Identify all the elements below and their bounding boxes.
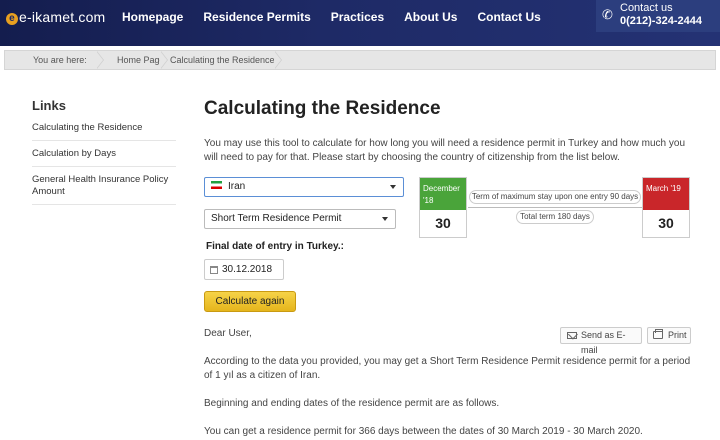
timeline-start-day: 30 <box>435 215 451 231</box>
timeline-end-month: March '19 <box>643 178 689 210</box>
final-date-label: Final date of entry in Turkey.: <box>206 241 344 252</box>
country-value: Iran <box>228 181 246 192</box>
contact-phone: 0(212)-324-2444 <box>620 15 702 27</box>
contact-box[interactable]: ✆ Contact us 0(212)-324-2444 <box>596 0 720 32</box>
calculate-again-button[interactable]: Calculate again <box>204 291 296 312</box>
result-paragraph: You can get a residence permit for 366 d… <box>204 426 643 437</box>
timeline-line <box>468 207 642 208</box>
top-navigation-bar: e e-ikamet.com Homepage Residence Permits… <box>0 0 720 46</box>
total-term-pill: Total term 180 days <box>516 210 594 224</box>
sidebar-item-health-insurance[interactable]: General Health Insurance Policy Amount <box>32 174 176 205</box>
greeting-text: Dear User, <box>204 328 252 339</box>
main-nav: Homepage Residence Permits Practices Abo… <box>122 10 561 24</box>
send-email-label: Send as E-mail <box>581 330 626 355</box>
permit-type-select[interactable]: Short Term Residence Permit <box>204 209 396 229</box>
dropdown-arrow-icon <box>390 185 396 189</box>
final-date-input[interactable]: 30.12.2018 <box>204 259 284 280</box>
nav-residence-permits[interactable]: Residence Permits <box>203 10 310 24</box>
logo-icon: e <box>6 13 18 25</box>
nav-contact-us[interactable]: Contact Us <box>477 10 540 24</box>
country-select[interactable]: Iran <box>204 177 404 197</box>
site-logo[interactable]: e e-ikamet.com <box>6 9 105 25</box>
dropdown-arrow-icon <box>382 217 388 221</box>
timeline-start-month: December '18 <box>420 178 466 210</box>
permit-type-value: Short Term Residence Permit <box>211 213 342 224</box>
sidebar-title: Links <box>32 98 66 113</box>
print-label: Print <box>668 330 687 340</box>
breadcrumb-current: Calculating the Residence <box>170 55 275 65</box>
intro-text: You may use this tool to calculate for h… <box>204 138 686 163</box>
nav-practices[interactable]: Practices <box>331 10 384 24</box>
timeline-end-box: March '19 30 <box>642 177 690 238</box>
print-button[interactable]: Print <box>647 327 691 344</box>
logo-text: e-ikamet.com <box>19 9 106 25</box>
timeline-start-box: December '18 30 <box>419 177 467 238</box>
timeline-end-day: 30 <box>658 215 674 231</box>
contact-label: Contact us <box>620 2 673 14</box>
nav-homepage[interactable]: Homepage <box>122 10 183 24</box>
nav-about-us[interactable]: About Us <box>404 10 457 24</box>
max-stay-pill: Term of maximum stay upon one entry 90 d… <box>469 190 641 204</box>
sidebar-item-calculating-residence[interactable]: Calculating the Residence <box>32 122 176 141</box>
page-title: Calculating the Residence <box>204 98 441 119</box>
calendar-icon <box>210 266 218 274</box>
breadcrumb-prefix: You are here: <box>33 55 87 65</box>
printer-icon <box>653 329 663 339</box>
breadcrumb-separator <box>96 51 105 69</box>
sidebar-item-calculation-by-days[interactable]: Calculation by Days <box>32 148 176 167</box>
breadcrumb-separator <box>274 51 283 69</box>
breadcrumb-home[interactable]: Home Page <box>117 51 165 69</box>
iran-flag-icon <box>211 181 222 189</box>
result-paragraph: According to the data you provided, you … <box>204 356 691 381</box>
breadcrumb-separator <box>160 51 169 69</box>
breadcrumb: You are here: Home Page Calculating the … <box>4 50 716 70</box>
result-paragraph: Beginning and ending dates of the reside… <box>204 398 500 409</box>
send-email-button[interactable]: Send as E-mail <box>560 327 642 355</box>
final-date-value: 30.12.2018 <box>222 264 273 275</box>
mail-icon <box>567 332 577 339</box>
phone-icon: ✆ <box>602 7 613 22</box>
